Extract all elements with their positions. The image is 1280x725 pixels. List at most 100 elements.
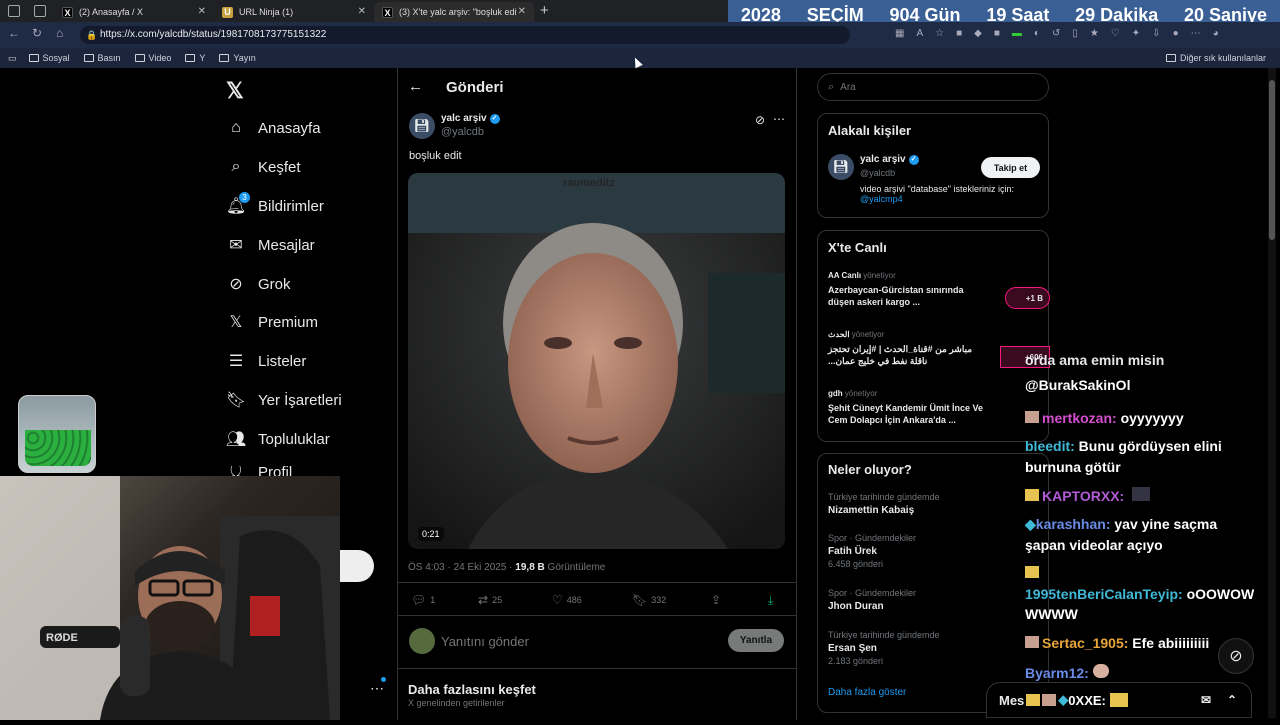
nav-grok[interactable]: ⊘ Grok [226,274,290,294]
back-icon[interactable]: ← [8,26,20,40]
tab-actions-icon[interactable] [34,5,46,17]
verified-badge-icon: ✓ [489,113,500,124]
tab-2[interactable]: U URL Ninja (1) ✕ [214,2,374,22]
back-arrow-icon[interactable]: ← [408,78,423,95]
search-box[interactable]: ⌕ [817,73,1049,101]
reply-input[interactable] [441,630,711,652]
bookmark-folder[interactable]: Sosyal [28,53,70,63]
grok-explain-icon[interactable]: ⊘ [755,113,765,127]
repost-action[interactable]: ⇄ 25 [478,593,502,607]
apps-icon[interactable]: ▦ [895,28,904,39]
menu-dots-icon[interactable]: ⋯ [1191,28,1201,39]
related-people-card: Alakalı kişiler 💾︎ yalc arşiv ✓ @yalcdb v… [817,113,1049,218]
nav-notifications[interactable]: 🔔︎ 3 Bildirimler [226,192,324,216]
live-item[interactable]: AA Canlı yönetiyor Azerbaycan-Gürcistan … [828,271,1050,309]
author-handle[interactable]: @yalcdb [441,126,484,138]
bookmark-folder[interactable]: Yayın [219,53,256,63]
avatar[interactable]: 💾︎ [828,154,854,180]
account-more-icon[interactable]: ⋯ [370,680,384,697]
nav-communities[interactable]: 👥︎ Topluluklar [226,429,330,449]
grok-float-icon[interactable]: ⊘ [1218,638,1254,674]
downloads-icon[interactable]: ⇩ [1152,28,1160,39]
divider [398,668,796,669]
nav-explore[interactable]: ⌕ Keşfet [226,157,301,177]
new-message-icon[interactable]: ✉ [1201,693,1211,707]
tab-1[interactable]: X (2) Anasayfa / X ✕ [54,2,214,22]
trend-item[interactable]: Spor · Gündemdekiler Jhon Duran [828,588,916,614]
mail-icon: ✉ [229,237,243,254]
post-button-partial[interactable] [340,550,374,582]
nav-bookmarks[interactable]: 🔖︎ Yer İşaretleri [226,390,342,410]
more-options-icon[interactable]: ⋯ [773,112,785,126]
new-tab-icon[interactable]: + [540,2,549,19]
trend-item[interactable]: Türkiye tarihinde gündemde Ersan Şen 2.1… [828,630,940,666]
trend-item[interactable]: Spor · Gündemdekiler Fatih Ürek 6.458 gö… [828,533,916,569]
scrollbar-thumb[interactable] [1269,80,1275,240]
close-icon[interactable]: ✕ [358,6,366,17]
url-input[interactable]: 🔒 https://x.com/yalcdb/status/1981708173… [80,26,850,44]
live-item[interactable]: الحدث yönetiyor مباشر من #قناة_الحدث | #… [828,330,1050,368]
expand-icon[interactable]: ⌃ [1227,693,1237,707]
collections-icon[interactable]: ♡ [1111,28,1120,39]
home-icon[interactable]: ⌂ [56,26,63,40]
live-status: yönetiyor [844,389,878,398]
show-more-link[interactable]: Daha fazla göster [828,687,906,698]
heart-icon: ♡ [552,593,563,607]
reply-button[interactable]: Yanıtla [728,629,784,652]
video-player[interactable]: raumeditz 0:21 [408,173,785,549]
profile-avatar-icon[interactable]: ● [1173,28,1179,39]
extension-icon[interactable]: ■ [994,28,1000,39]
lock-icon: 🔒 [86,30,98,40]
extension-icon[interactable]: ■ [956,28,962,39]
x-logo-icon[interactable]: 𝕏 [226,78,244,104]
bookmark-action[interactable]: 🔖︎ 332 [632,593,666,607]
bookmark-folder[interactable]: Video [134,53,171,63]
avatar[interactable]: 💾︎ [409,113,435,139]
sync-icon[interactable]: ↺ [1052,28,1060,39]
author-name[interactable]: yalc arşiv ✓ [441,113,500,124]
close-icon[interactable]: ✕ [518,6,526,17]
live-source: الحدث [828,330,850,339]
post-timestamp[interactable]: ÖS 4:03 · 24 Eki 2025 · [408,562,513,573]
nav-lists[interactable]: ☰ Listeler [226,351,307,371]
reply-action[interactable]: 💬︎ 1 [411,593,435,607]
discover-subtitle: X genelinden getirilenler [408,698,505,708]
my-avatar[interactable] [409,628,435,654]
other-bookmarks[interactable]: Diğer sık kullanılanlar [1165,53,1266,63]
extension-icon[interactable]: ▬ [1012,28,1022,39]
trends-card: Neler oluyor? Türkiye tarihinde gündemde… [817,453,1049,713]
share-icon[interactable]: ⇪ [711,593,721,607]
live-item[interactable]: gdh yönetiyor Şehit Cüneyt Kandemir Ümit… [828,389,1038,426]
x-logo-icon: X [62,6,73,18]
workspace-icon[interactable] [8,5,20,17]
follow-button[interactable]: Takip et [981,157,1040,178]
related-name[interactable]: yalc arşiv ✓ [860,154,919,165]
extensions-puzzle-icon[interactable]: ✦ [1132,28,1140,39]
refresh-icon[interactable]: ↻ [32,26,42,40]
split-screen-icon[interactable]: ▯ [1072,28,1078,39]
nav-home[interactable]: ⌂ Anasayfa [226,118,320,138]
extension-icon[interactable]: ◆ [974,28,982,39]
trend-item[interactable]: Türkiye tarihinde gündemde Nizamettin Ka… [828,492,940,518]
nav-messages[interactable]: ✉ Mesajlar [226,235,314,255]
nav-premium[interactable]: 𝕏 Premium [226,312,318,332]
extension-icon[interactable]: ◐ [1034,28,1040,39]
messages-drawer[interactable]: Mes ◆ 0XXE: ✉ ⌃ [986,682,1252,718]
search-input[interactable] [840,81,1021,93]
verified-badge-icon: ✓ [908,154,919,165]
related-bio-link[interactable]: @yalcmp4 [860,194,903,204]
bookmark-folder[interactable]: Y [185,53,205,63]
read-aloud-icon[interactable]: A [916,28,923,39]
folder-icon [1165,54,1176,62]
copilot-icon[interactable]: ◕ [1213,28,1219,39]
favorites-icon[interactable]: ★ [1090,28,1099,39]
like-action[interactable]: ♡ 486 [552,593,582,607]
chat-line [1025,565,1039,581]
bookmark-folder[interactable]: Basın [83,53,121,63]
tab-3[interactable]: X (3) X'te yalc arşiv: "boşluk edit htt … [374,2,534,22]
favorite-star-icon[interactable]: ☆ [935,28,944,39]
chat-cut-line: orda ama emin misin [1025,355,1165,368]
close-icon[interactable]: ✕ [198,6,206,17]
download-icon[interactable]: ⤓ [768,593,773,608]
reading-list-icon[interactable]: ▭ [8,53,17,64]
